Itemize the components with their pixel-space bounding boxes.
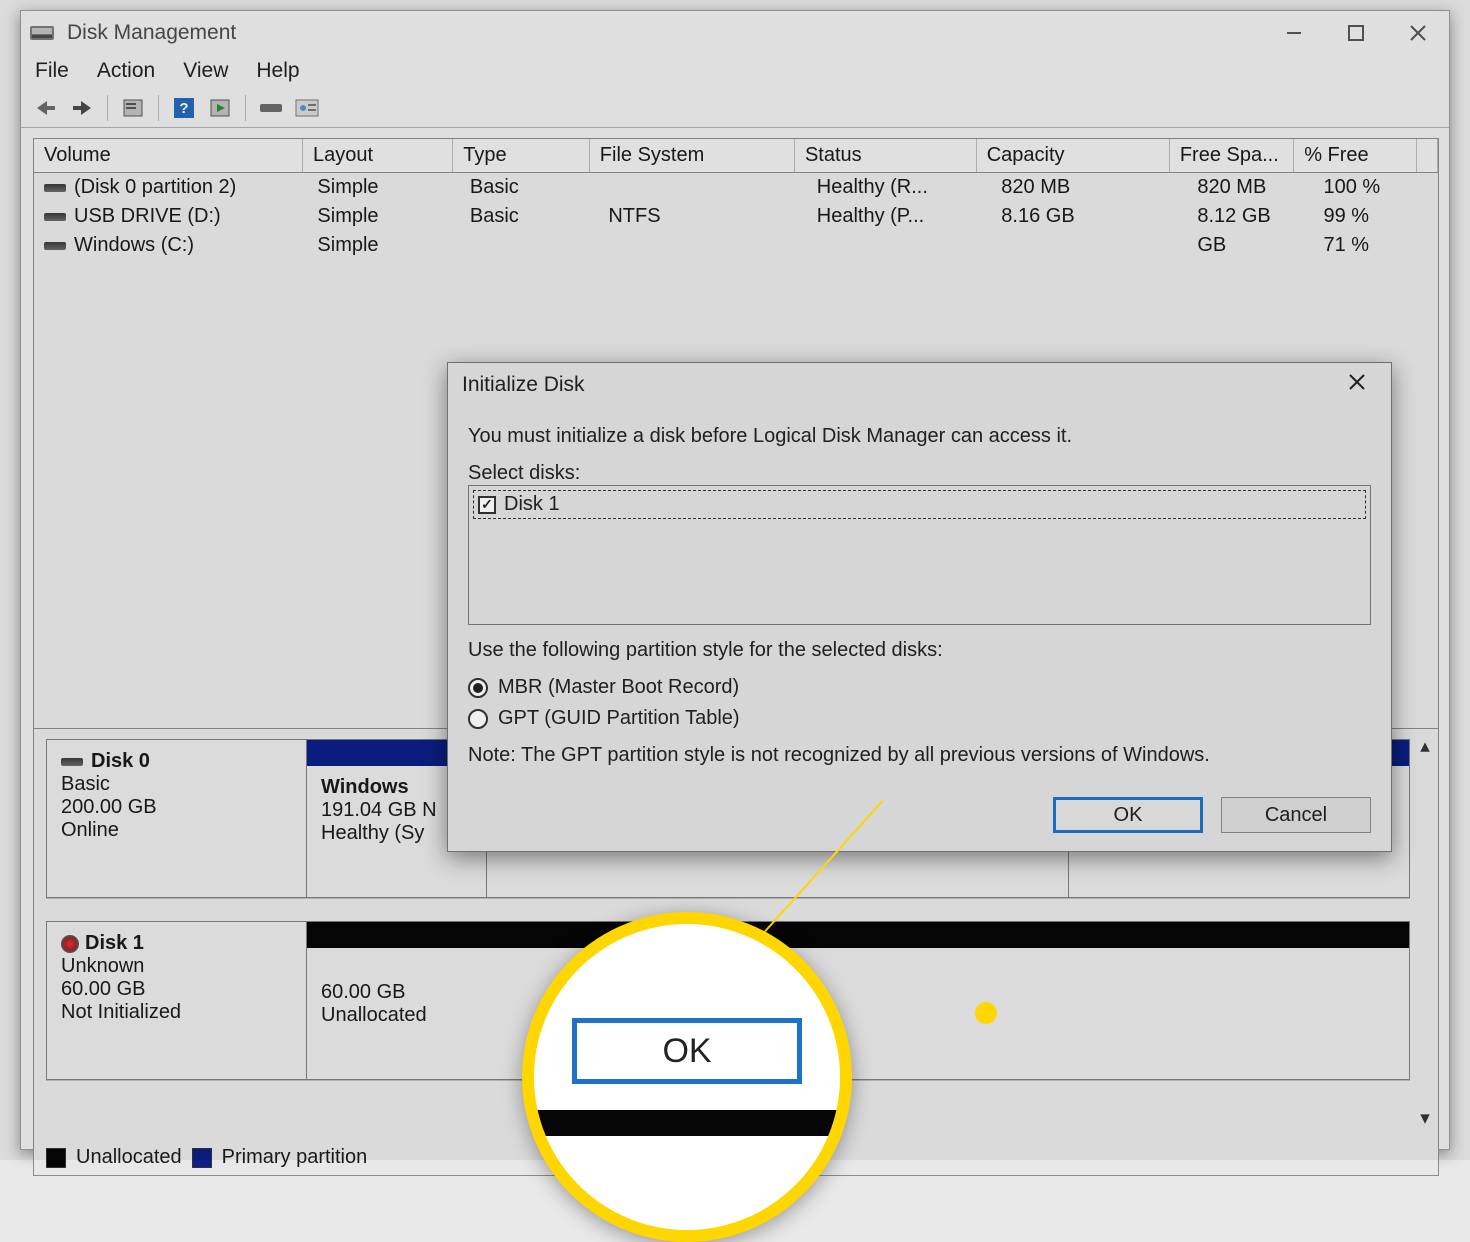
disk-item-label: Disk 1	[504, 493, 560, 516]
disk-checkbox[interactable]: ✓	[478, 496, 496, 514]
volume-row[interactable]: (Disk 0 partition 2) Simple Basic Health…	[34, 173, 1438, 202]
magnified-stripe	[534, 1110, 840, 1136]
minimize-button[interactable]	[1263, 13, 1325, 53]
volume-header-row: Volume Layout Type File System Status Ca…	[34, 139, 1438, 173]
disk0-info[interactable]: Disk 0 Basic 200.00 GB Online	[46, 739, 306, 898]
dialog-note: Note: The GPT partition style is not rec…	[468, 744, 1248, 767]
ok-button[interactable]: OK	[1053, 797, 1203, 833]
partition-unallocated[interactable]: 60.00 GB Unallocated	[307, 948, 1409, 1079]
disk-type: Basic	[61, 773, 292, 796]
uninitialized-disk-icon	[61, 935, 79, 953]
scroll-up-icon[interactable]: ▴	[1414, 735, 1436, 757]
title-bar: Disk Management	[21, 11, 1449, 55]
menu-view[interactable]: View	[183, 59, 228, 83]
dialog-title: Initialize Disk	[462, 373, 585, 397]
toolbar: ?	[21, 93, 1449, 128]
disk-name: Disk 1	[85, 932, 144, 954]
disk-icon	[61, 758, 83, 766]
menu-bar: File Action View Help	[21, 55, 1449, 93]
properties-icon[interactable]	[118, 95, 148, 121]
unallocated-stripe	[307, 922, 1409, 948]
radio-label: GPT (GUID Partition Table)	[498, 707, 740, 730]
radio-gpt-icon	[468, 709, 488, 729]
volume-name: (Disk 0 partition 2)	[74, 176, 236, 198]
forward-button[interactable]	[67, 95, 97, 121]
svg-text:?: ?	[179, 100, 188, 117]
radio-label: MBR (Master Boot Record)	[498, 676, 739, 699]
dialog-close-button[interactable]	[1337, 371, 1377, 399]
help-icon[interactable]: ?	[169, 95, 199, 121]
radio-mbr-icon	[468, 678, 488, 698]
window-title: Disk Management	[67, 21, 236, 45]
dialog-instruction: You must initialize a disk before Logica…	[468, 425, 1371, 448]
radio-mbr[interactable]: MBR (Master Boot Record)	[468, 676, 1371, 699]
disk1-info[interactable]: Disk 1 Unknown 60.00 GB Not Initialized	[46, 921, 306, 1080]
select-disks-label: Select disks:	[468, 462, 1371, 485]
col-status[interactable]: Status	[795, 139, 977, 172]
close-button[interactable]	[1387, 13, 1449, 53]
col-file-system[interactable]: File System	[590, 139, 795, 172]
initialize-disk-dialog: Initialize Disk You must initialize a di…	[447, 362, 1392, 852]
disk-size: 60.00 GB	[61, 978, 292, 1001]
col-volume[interactable]: Volume	[34, 139, 303, 172]
magnifier-highlight: OK	[522, 912, 852, 1242]
radio-gpt[interactable]: GPT (GUID Partition Table)	[468, 707, 1371, 730]
disk-size: 200.00 GB	[61, 796, 292, 819]
col-free-space[interactable]: Free Spa...	[1170, 139, 1294, 172]
magnified-ok-button: OK	[572, 1018, 802, 1084]
back-button[interactable]	[31, 95, 61, 121]
menu-action[interactable]: Action	[97, 59, 155, 83]
disk-name: Disk 0	[91, 750, 150, 772]
volume-icon	[44, 184, 66, 192]
disk-type: Unknown	[61, 955, 292, 978]
menu-help[interactable]: Help	[256, 59, 299, 83]
maximize-button[interactable]	[1325, 13, 1387, 53]
volume-name: USB DRIVE (D:)	[74, 205, 221, 227]
legend: Unallocated Primary partition	[46, 1146, 367, 1169]
partition-style-label: Use the following partition style for th…	[468, 639, 1371, 662]
menu-file[interactable]: File	[35, 59, 69, 83]
callout-dot	[975, 1002, 997, 1024]
disk-status: Not Initialized	[61, 1001, 292, 1024]
col-type[interactable]: Type	[453, 139, 590, 172]
disk-list: ✓ Disk 1	[468, 485, 1371, 625]
disk-icon[interactable]	[256, 95, 286, 121]
cancel-button[interactable]: Cancel	[1221, 797, 1371, 833]
legend-swatch-primary	[192, 1148, 212, 1168]
col-capacity[interactable]: Capacity	[977, 139, 1170, 172]
volume-icon	[44, 242, 66, 250]
volume-row[interactable]: Windows (C:) Simple GB 71 %	[34, 231, 1438, 260]
legend-unallocated-label: Unallocated	[76, 1146, 182, 1169]
legend-primary-label: Primary partition	[222, 1146, 368, 1169]
app-icon	[29, 22, 57, 44]
volume-name: Windows (C:)	[74, 234, 194, 256]
volume-icon	[44, 213, 66, 221]
volume-row[interactable]: USB DRIVE (D:) Simple Basic NTFS Healthy…	[34, 202, 1438, 231]
disk-list-item[interactable]: ✓ Disk 1	[473, 490, 1366, 519]
scroll-down-icon[interactable]: ▾	[1414, 1107, 1436, 1129]
col-pct-free[interactable]: % Free	[1294, 139, 1417, 172]
col-layout[interactable]: Layout	[303, 139, 453, 172]
dialog-title-bar: Initialize Disk	[448, 363, 1391, 407]
legend-swatch-unallocated	[46, 1148, 66, 1168]
disk-status: Online	[61, 819, 292, 842]
refresh-icon[interactable]	[205, 95, 235, 121]
settings-icon[interactable]	[292, 95, 322, 121]
